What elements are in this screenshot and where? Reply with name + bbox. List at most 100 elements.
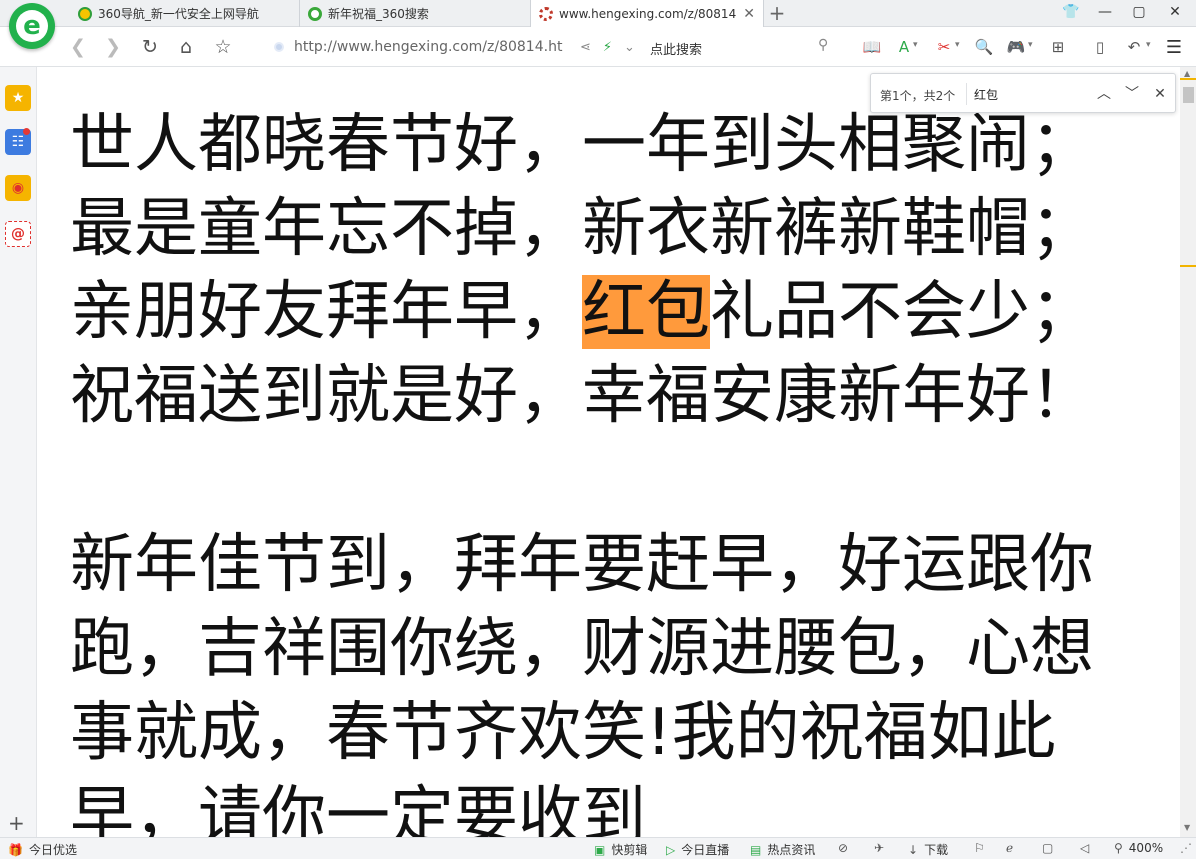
site-security-icon [274, 42, 284, 52]
poem-line: 祝福送到就是好，幸福安康新年好！ [70, 359, 1094, 433]
scroll-up-arrow-icon[interactable]: ▲ [1184, 69, 1190, 78]
status-bar: 🎁 今日优选 ▣ 快剪辑 ▷ 今日直播 ▤ 热点资讯 ⊘ ✈ ↓ 下载 ⚐ ℯ … [0, 837, 1196, 859]
volume-icon[interactable]: ◁ [1080, 841, 1089, 855]
search-icon[interactable]: ⚲ [818, 37, 828, 53]
translate-dropdown-icon[interactable]: ▾ [913, 40, 918, 50]
quick-edit-icon: ▣ [594, 842, 606, 857]
tab-strip: 360导航_新一代安全上网导航 新年祝福_360搜索 www.hengexing… [0, 0, 1196, 28]
find-input[interactable] [974, 84, 1084, 104]
downloads-label: 下载 [924, 843, 949, 857]
downloads[interactable]: ↓ 下载 [908, 841, 948, 858]
hot-news[interactable]: ▤ 热点资讯 [750, 841, 815, 858]
speed-mode-icon[interactable]: ⚡ [603, 40, 612, 55]
undo-close-icon[interactable]: ↶ [1124, 37, 1144, 57]
find-divider [966, 83, 967, 105]
window-icon[interactable]: ▢ [1042, 841, 1053, 855]
back-icon[interactable]: ❮ [66, 35, 90, 59]
tab-360-search[interactable]: 新年祝福_360搜索 [300, 0, 531, 27]
translate-icon[interactable]: A [894, 37, 914, 57]
scroll-down-arrow-icon[interactable]: ▼ [1184, 823, 1190, 832]
quick-edit-label: 快剪辑 [611, 843, 648, 857]
maximize-button[interactable]: ▢ [1122, 0, 1156, 24]
find-bar: 第1个，共2个 ︿ ﹀ ✕ [870, 73, 1176, 113]
menu-icon[interactable]: ☰ [1164, 37, 1184, 58]
extensions-grid-icon[interactable]: ⊞ [1048, 37, 1068, 57]
today-picks-label: 今日优选 [28, 843, 77, 857]
bookmark-star-icon[interactable]: ☆ [211, 35, 235, 59]
flag-icon[interactable]: ⚐ [974, 841, 985, 855]
skin-icon[interactable]: 👕 [1054, 0, 1088, 24]
find-match-marker [1180, 265, 1196, 267]
weibo-icon[interactable]: ◉ [5, 175, 31, 201]
find-match-marker [1180, 78, 1196, 80]
zoom-level: 400% [1128, 841, 1164, 855]
poem-line: 新年佳节到，拜年要赶早，好运跟你 [70, 528, 1094, 602]
play-icon: ▷ [666, 842, 676, 857]
ie-mode-icon[interactable]: ℯ [1006, 841, 1013, 855]
360-search-favicon-icon [308, 6, 322, 21]
new-tab-button[interactable]: + [766, 2, 788, 24]
poem-line: 早，请你一定要收到 [70, 780, 646, 837]
address-bar[interactable]: http://www.hengexing.com/z/80814.ht ⋖ ⚡ … [268, 35, 638, 59]
address-toolbar: ❮ ❯ ↻ ⌂ ☆ http://www.hengexing.com/z/808… [0, 27, 1196, 67]
poem-line: 世人都晓春节好，一年到头相聚闹； [70, 108, 1094, 182]
poem-text: 礼品不会少； [710, 275, 1094, 349]
poem-line: 最是童年忘不掉，新衣新裤新鞋帽； [70, 192, 1094, 266]
find-magnifier-icon[interactable]: 🔍 [974, 37, 994, 57]
gift-icon: 🎁 [8, 842, 23, 857]
live-today[interactable]: ▷ 今日直播 [666, 841, 729, 858]
poem-line: 事就成，春节齐欢笑!我的祝福如此 [70, 696, 1056, 770]
close-tab-icon[interactable]: ✕ [743, 6, 755, 22]
search-box[interactable]: 点此搜索 [650, 39, 702, 58]
tab-hengexing[interactable]: www.hengexing.com/z/80814.ht ✕ [531, 0, 764, 28]
find-close-icon[interactable]: ✕ [1149, 83, 1171, 105]
tab-label: 360导航_新一代安全上网导航 [98, 7, 259, 21]
refresh-icon[interactable]: ↻ [138, 35, 162, 59]
left-sidebar: ★ ☷ ◉ @ + [0, 67, 37, 837]
poem-text: 亲朋好友拜年早， [70, 275, 582, 349]
address-dropdown-icon[interactable]: ⌄ [624, 40, 635, 55]
loading-favicon-icon [539, 7, 553, 21]
hot-news-label: 热点资讯 [767, 843, 816, 857]
share-icon[interactable]: ⋖ [580, 40, 591, 55]
tab-label: www.hengexing.com/z/80814.ht [559, 7, 737, 21]
vertical-scrollbar[interactable]: ▲ ▼ [1180, 67, 1196, 837]
poem-line: 跑，吉祥围你绕，财源进腰包，心想 [70, 612, 1094, 686]
game-dropdown-icon[interactable]: ▾ [1028, 40, 1033, 50]
favorites-star-icon[interactable]: ★ [5, 85, 31, 111]
game-controller-icon[interactable]: 🎮 [1006, 37, 1026, 57]
mail-icon[interactable]: @ [5, 221, 31, 247]
tab-360-nav[interactable]: 360导航_新一代安全上网导航 [70, 0, 300, 27]
screenshot-scissors-icon[interactable]: ✂ [934, 37, 954, 57]
close-window-button[interactable]: ✕ [1158, 0, 1192, 24]
undo-dropdown-icon[interactable]: ▾ [1146, 40, 1151, 50]
browser-logo-icon[interactable]: e [9, 3, 55, 49]
360-nav-favicon-icon [78, 6, 92, 21]
today-picks[interactable]: 🎁 今日优选 [8, 841, 77, 858]
find-next-icon[interactable]: ﹀ [1121, 83, 1143, 105]
resize-grip-icon[interactable]: ⋰ [1180, 841, 1192, 855]
find-match-count: 第1个，共2个 [880, 89, 956, 103]
screenshot-dropdown-icon[interactable]: ▾ [955, 40, 960, 50]
tab-label: 新年祝福_360搜索 [328, 7, 429, 21]
pin-icon[interactable]: ✈ [874, 841, 884, 855]
find-previous-icon[interactable]: ︿ [1093, 83, 1115, 105]
speedup-icon[interactable]: ⊘ [838, 841, 848, 855]
forward-icon[interactable]: ❯ [101, 35, 125, 59]
scroll-thumb[interactable] [1183, 87, 1194, 103]
quick-edit[interactable]: ▣ 快剪辑 [594, 841, 647, 858]
search-highlight: 红包 [582, 275, 710, 349]
notification-dot [23, 128, 30, 135]
zoom-icon: ⚲ [1114, 841, 1123, 855]
news-icon: ▤ [750, 842, 762, 857]
page-content: 世人都晓春节好，一年到头相聚闹； 最是童年忘不掉，新衣新裤新鞋帽； 亲朋好友拜年… [37, 67, 1180, 837]
home-icon[interactable]: ⌂ [174, 35, 198, 59]
reader-icon[interactable]: 📖 [862, 37, 882, 57]
minimize-button[interactable]: — [1088, 0, 1122, 24]
zoom-control[interactable]: ⚲ 400% [1114, 841, 1163, 855]
mobile-icon[interactable]: ▯ [1090, 37, 1110, 57]
add-sidebar-item-icon[interactable]: + [8, 811, 25, 835]
download-icon: ↓ [908, 842, 919, 857]
poem-line: 亲朋好友拜年早，红包礼品不会少； [70, 275, 1094, 349]
url-text[interactable]: http://www.hengexing.com/z/80814.ht [294, 39, 568, 55]
